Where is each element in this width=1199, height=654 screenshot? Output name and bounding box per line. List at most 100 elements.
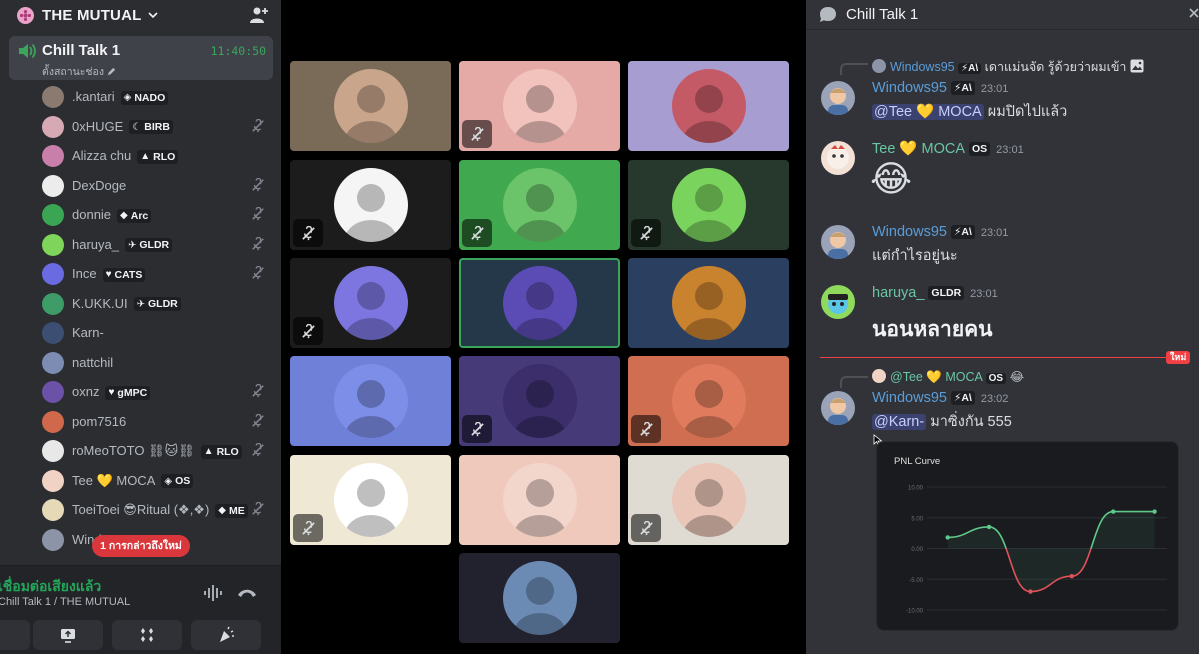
y-tick-label: -10.00 xyxy=(906,609,924,615)
user-avatar[interactable] xyxy=(821,141,855,175)
tag-label: RLO xyxy=(216,445,239,458)
voice-member[interactable]: pom7516 xyxy=(0,407,281,437)
member-name: .kantari ◈ NADO xyxy=(72,89,169,105)
voice-member[interactable]: Ince ♥ CATS xyxy=(0,259,281,289)
panel-divider[interactable] xyxy=(798,0,806,654)
reply-preview[interactable]: @Tee 💛 MOCA OS 😂 xyxy=(872,369,1024,385)
pnl-chart-embed[interactable]: PNL Curve 10.00 5.00 0.00 -5.00 -10.00 xyxy=(876,441,1179,631)
voice-member[interactable]: Alizza chu ▲ RLO xyxy=(0,141,281,171)
member-avatar xyxy=(42,233,64,256)
voice-member[interactable]: DexDoge xyxy=(0,171,281,201)
tag-label: CATS xyxy=(114,268,143,281)
voice-member[interactable]: 0xHUGE ☾ BIRB xyxy=(0,112,281,142)
participant-tile[interactable] xyxy=(628,61,789,151)
voice-member[interactable]: K.UKK.UI ✈ GLDR xyxy=(0,289,281,319)
participant-tile[interactable] xyxy=(628,356,789,446)
participant-tile[interactable] xyxy=(290,160,451,250)
screen-share-icon xyxy=(61,629,75,643)
tag-label: BIRB xyxy=(144,121,170,133)
participant-tile[interactable] xyxy=(459,160,620,250)
soundboard-button[interactable] xyxy=(191,620,261,650)
member-name: oxnz ♥ gMPC xyxy=(72,384,151,400)
voice-member[interactable]: roMeoTOTO ⛓🐱⛓ ▲ RLO xyxy=(0,436,281,466)
server-tag: ◈ NADO xyxy=(120,90,169,105)
server-header[interactable]: THE MUTUAL xyxy=(0,0,281,30)
voice-member[interactable]: nattchil xyxy=(0,348,281,378)
member-avatar xyxy=(42,381,64,403)
muted-mic-icon xyxy=(631,415,661,443)
participant-tile[interactable] xyxy=(290,258,451,348)
author-tag: GLDR xyxy=(928,286,965,300)
message-author[interactable]: Windows95 ⚡A\ 23:01 xyxy=(872,224,1008,240)
voice-connected-status[interactable]: เชื่อมต่อเสียงแล้ว xyxy=(0,576,101,598)
invite-user-icon[interactable] xyxy=(249,5,269,25)
participant-tile[interactable] xyxy=(628,258,789,348)
user-mention[interactable]: @Karn- xyxy=(872,414,927,430)
member-name-text: pom7516 xyxy=(72,413,127,429)
tag-badge-icon: ▲ xyxy=(140,151,151,162)
voice-member[interactable]: Karn- xyxy=(0,318,281,348)
server-tag: ◈ OS xyxy=(161,474,194,488)
muted-mic-icon xyxy=(251,501,265,517)
activities-button[interactable] xyxy=(112,620,182,650)
member-avatar xyxy=(42,440,64,462)
reply-preview[interactable]: Windows95 ⚡A\ เดาแม่นจัด รู้ด้วยว่าผมเข้… xyxy=(872,57,1144,77)
chevron-down-icon[interactable] xyxy=(147,10,158,20)
server-tag: ☾ BIRB xyxy=(129,120,173,134)
close-icon[interactable] xyxy=(1189,6,1199,20)
server-tag: ♥ gMPC xyxy=(105,385,151,400)
server-tag: ♥ CATS xyxy=(102,267,146,282)
tag-badge-icon: ♥ xyxy=(105,269,112,280)
active-voice-channel[interactable]: Chill Talk 1 ตั้งสถานะช่อง 11:40:50 xyxy=(9,36,273,80)
reply-user-tag: OS xyxy=(985,373,1007,384)
member-name: pom7516 xyxy=(72,414,126,429)
reply-text: เดาแม่นจัด รู้ด้วยว่าผมเข้า xyxy=(984,60,1127,74)
disconnect-call-icon[interactable] xyxy=(236,586,258,600)
voice-member[interactable]: oxnz ♥ gMPC xyxy=(0,377,281,407)
screen-share-button[interactable] xyxy=(33,620,103,650)
voice-member[interactable]: .kantari ◈ NADO xyxy=(0,82,281,112)
author-name: Windows95 xyxy=(872,390,947,406)
voice-member[interactable]: donnie ◆ Arc xyxy=(0,200,281,230)
user-avatar[interactable] xyxy=(821,81,855,115)
participant-tile[interactable] xyxy=(459,258,620,348)
member-name: Tee 💛 MOCA ◈ OS xyxy=(72,473,194,489)
user-avatar[interactable] xyxy=(821,225,855,259)
member-name: donnie ◆ Arc xyxy=(72,207,152,223)
message-author[interactable]: haruya_ GLDR 23:01 xyxy=(872,285,998,301)
message-author[interactable]: Tee 💛 MOCA OS 23:01 xyxy=(872,140,1024,157)
participant-tile[interactable] xyxy=(290,356,451,446)
user-avatar[interactable] xyxy=(821,391,855,425)
voice-channel-path[interactable]: Chill Talk 1 / THE MUTUAL xyxy=(0,596,130,608)
participant-tile[interactable] xyxy=(459,455,620,545)
tag-badge-icon: ◈ xyxy=(123,92,132,103)
voice-member[interactable]: ToeiToei 😎Ritual (❖,❖) ◆ ME xyxy=(0,495,281,525)
member-name: Alizza chu ▲ RLO xyxy=(72,148,179,164)
data-point xyxy=(1152,509,1157,514)
noise-suppression-icon[interactable] xyxy=(203,584,223,602)
muted-mic-icon xyxy=(251,177,265,193)
muted-mic-icon xyxy=(462,219,492,247)
user-mention[interactable]: @Tee 💛 MOCA xyxy=(872,104,984,120)
participant-tile[interactable] xyxy=(459,356,620,446)
user-avatar[interactable] xyxy=(821,285,855,319)
discord-window: THE MUTUAL Chill Talk 1 ตั้งสถานะช่อง 11… xyxy=(0,0,1199,654)
channel-status[interactable]: ตั้งสถานะช่อง xyxy=(42,63,116,80)
message-author[interactable]: Windows95 ⚡A\ 23:01 xyxy=(872,80,1008,96)
new-mention-pill[interactable]: 1 การกล่าวถึงใหม่ xyxy=(92,535,190,557)
participant-tile[interactable] xyxy=(628,160,789,250)
participant-tile[interactable] xyxy=(628,455,789,545)
camera-button[interactable] xyxy=(0,620,30,650)
message-author[interactable]: Windows95 ⚡A\ 23:02 xyxy=(872,390,1008,406)
participant-tile[interactable] xyxy=(290,455,451,545)
channel-status-label: ตั้งสถานะช่อง xyxy=(42,66,104,78)
participant-avatar xyxy=(671,463,746,537)
message-body-large: นอนหลายคน xyxy=(872,318,993,341)
voice-member[interactable]: haruya_ ✈ GLDR xyxy=(0,230,281,260)
participant-tile[interactable] xyxy=(459,61,620,151)
participant-avatar xyxy=(502,561,577,635)
message-text: @Karn- มาซิ่งกัน 555 xyxy=(872,410,1012,433)
participant-tile[interactable] xyxy=(290,61,451,151)
participant-tile[interactable] xyxy=(459,553,620,643)
voice-member[interactable]: Tee 💛 MOCA ◈ OS xyxy=(0,466,281,496)
